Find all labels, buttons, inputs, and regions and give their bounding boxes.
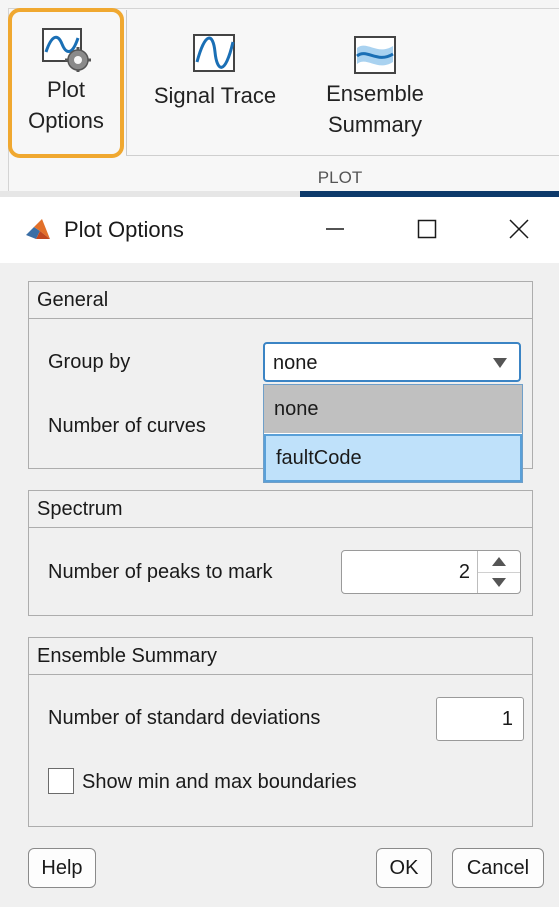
toolstrip: Plot Options Signal Trace Ensemble Summa… [0,0,559,197]
dialog-titlebar[interactable]: Plot Options [0,197,559,263]
signal-trace-button[interactable]: Signal Trace [140,28,290,128]
ok-button[interactable]: OK [376,848,432,888]
group-by-dropdown[interactable]: none [263,342,521,382]
number-of-curves-label: Number of curves [48,415,206,437]
group-by-option-faultcode[interactable]: faultCode [264,434,522,482]
general-header: General [29,282,532,319]
std-label: Number of standard deviations [48,707,321,729]
group-by-value: none [273,352,318,374]
ensemble-summary-header: Ensemble Summary [29,638,532,675]
chevron-down-icon[interactable] [493,358,507,368]
toolstrip-divider [126,155,559,156]
minimize-button[interactable] [312,209,358,249]
plot-options-button[interactable]: Plot Options [8,8,124,158]
dialog-title: Plot Options [64,217,184,242]
ensemble-summary-icon [354,36,396,74]
minmax-label: Show min and max boundaries [82,771,357,793]
ensemble-summary-button[interactable]: Ensemble Summary [310,32,440,152]
maximize-icon [417,219,437,239]
ensemble-summary-label-1: Ensemble [326,81,424,106]
plot-options-label-1: Plot [47,77,85,102]
maximize-button[interactable] [404,209,450,249]
arrow-down-icon [492,578,506,587]
spinner-up-button[interactable] [478,551,520,572]
minmax-checkbox[interactable] [48,768,74,794]
plot-group-label: PLOT [317,168,363,187]
signal-trace-icon [193,34,235,72]
peaks-label: Number of peaks to mark [48,561,273,583]
signal-trace-label: Signal Trace [153,83,277,108]
peaks-spinner[interactable]: 2 [341,550,521,594]
close-icon [509,219,529,239]
spinner-down-button[interactable] [478,572,520,594]
ensemble-summary-label-2: Summary [327,112,423,137]
plot-options-gear-icon [42,28,91,72]
peaks-spinner-arrows [477,551,520,593]
std-value: 1 [501,708,513,730]
toolstrip-separator [126,10,127,155]
matlab-icon [26,219,50,239]
group-by-options-list: none faultCode [263,384,523,483]
help-button[interactable]: Help [28,848,96,888]
plot-options-label-2: Options [28,108,104,133]
minimize-icon [326,228,344,230]
group-by-label: Group by [48,351,131,373]
group-by-option-none[interactable]: none [264,385,522,433]
close-button[interactable] [496,209,542,249]
peaks-value: 2 [458,561,470,583]
std-input[interactable]: 1 [436,697,524,741]
arrow-up-icon [492,557,506,566]
cancel-button[interactable]: Cancel [452,848,544,888]
spectrum-header: Spectrum [29,491,532,528]
